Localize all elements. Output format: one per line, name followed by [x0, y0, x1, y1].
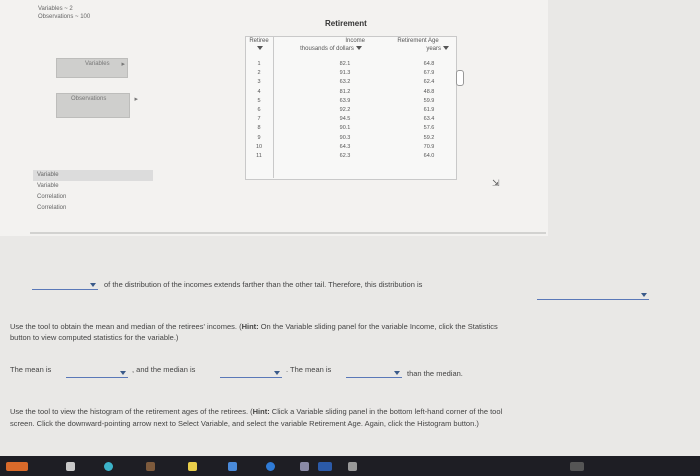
chevron-down-icon [394, 371, 400, 375]
q3-instructions-line2: screen. Click the downward-pointing arro… [10, 419, 479, 428]
list-item[interactable]: Variable [33, 181, 153, 192]
column-header-retiree[interactable]: Retiree [246, 37, 272, 45]
sort-down-icon[interactable] [355, 46, 362, 51]
q1-sentence: of the distribution of the incomes exten… [104, 280, 423, 289]
table-cell: 90.1 [339, 125, 351, 132]
column-header-income[interactable]: Income [285, 37, 377, 45]
sort-down-icon[interactable] [257, 46, 263, 51]
median-label: , and the median is [132, 365, 196, 374]
table-cell: 90.3 [339, 134, 351, 141]
table-cell: 11 [256, 152, 262, 159]
column-unit-age: years [426, 46, 441, 52]
word-icon[interactable] [318, 462, 332, 471]
table-cell: 91.3 [339, 70, 351, 77]
table-cell: 92.2 [339, 106, 351, 113]
table-cell: 62.4 [423, 79, 435, 86]
chevron-down-icon [274, 371, 280, 375]
chrome-icon[interactable] [266, 462, 275, 471]
column-header-age[interactable]: Retirement Age [383, 37, 453, 45]
variable-list: Variable Variable Correlation Correlatio… [33, 170, 153, 214]
chevron-down-icon [90, 283, 96, 287]
safari-icon[interactable] [104, 462, 113, 471]
chevron-down-icon [641, 293, 647, 297]
list-item[interactable]: Correlation [33, 203, 153, 214]
chevron-right-icon: ▸ [121, 61, 125, 68]
chevron-right-icon: ▸ [134, 96, 138, 103]
table-cell: 48.8 [423, 88, 435, 95]
table-cell: 81.2 [339, 88, 351, 95]
table-cell: 7 [257, 116, 261, 123]
than-median-label: than the median. [407, 369, 463, 378]
q2-instructions-line2: button to view computed statistics for t… [10, 333, 179, 342]
q2-instr-text-b: On the Variable sliding panel for the va… [258, 322, 498, 331]
observations-button-label: Observations [71, 96, 107, 102]
tail-select[interactable] [32, 281, 98, 290]
list-item[interactable]: Variable [33, 170, 153, 181]
cursor-icon: ⇲ [492, 178, 500, 188]
column-unit-income: thousands of dollars [300, 46, 354, 52]
table-cell: 10 [255, 143, 263, 150]
table-cell: 94.5 [339, 116, 351, 123]
table-cell: 4 [257, 88, 261, 95]
table-cell: 59.9 [423, 97, 435, 104]
notes-icon[interactable] [146, 462, 155, 471]
stickies-icon[interactable] [188, 462, 197, 471]
mean-input[interactable] [66, 369, 128, 378]
table-cell: 8 [257, 125, 261, 132]
table-cell: 6 [257, 106, 261, 113]
table-cell: 57.6 [423, 125, 435, 132]
table-cell: 61.9 [423, 106, 435, 113]
table-cell: 64.0 [423, 152, 435, 159]
settings-icon[interactable] [348, 462, 357, 471]
variables-button-label: Variables [85, 61, 110, 67]
median-input[interactable] [220, 369, 282, 378]
table-cell: 67.9 [423, 70, 435, 77]
table-cell: 64.3 [339, 143, 351, 150]
distribution-select[interactable] [537, 291, 649, 300]
column-retirement-age: Retirement Age years 64.8 67.9 62.4 48.8… [383, 37, 453, 161]
q3-instr-text: Use the tool to view the histogram of th… [10, 407, 253, 416]
sort-down-icon[interactable] [443, 46, 449, 51]
table-cell: 63.4 [423, 116, 435, 123]
column-income: Income thousands of dollars 82.1 91.3 63… [285, 37, 377, 161]
observations-button[interactable]: Observations ▸ [56, 93, 138, 118]
q2-instr-text: Use the tool to obtain the mean and medi… [10, 322, 242, 331]
tray-icon[interactable] [570, 462, 584, 471]
list-item[interactable]: Correlation [33, 192, 153, 203]
table-cell: 70.9 [423, 143, 435, 150]
variables-count: Variables ~ 2 [38, 6, 73, 12]
table-cell: 5 [257, 97, 261, 104]
q2-hint-label: Hint: [241, 322, 259, 331]
table-cell: 1 [257, 61, 261, 67]
table-divider [273, 36, 274, 178]
mean-label: The mean is [10, 365, 52, 374]
panel-divider [30, 232, 546, 234]
app-icon[interactable] [6, 462, 28, 471]
finder-icon[interactable] [228, 462, 237, 471]
table-scrollbar[interactable] [456, 70, 464, 86]
table-cell: 2 [257, 70, 261, 77]
table-cell: 82.1 [339, 61, 351, 67]
table-cell: 63.2 [339, 79, 351, 86]
calendar-icon[interactable] [66, 462, 75, 471]
preview-icon[interactable] [300, 462, 309, 471]
table-cell: 63.9 [339, 97, 351, 104]
chevron-down-icon [120, 371, 126, 375]
observations-count: Observations ~ 100 [38, 14, 91, 20]
column-retiree: Retiree 1 2 3 4 5 6 7 8 9 10 11 [246, 37, 272, 161]
mean-compare-label: . The mean is [286, 365, 332, 374]
mean-compare-select[interactable] [346, 369, 402, 378]
table-cell: 3 [257, 79, 261, 86]
table-cell: 64.8 [423, 61, 435, 67]
table-title: Retirement [325, 19, 367, 28]
table-cell: 62.3 [339, 152, 351, 159]
table-cell: 59.2 [423, 134, 435, 141]
q3-hint-label: Hint: [252, 407, 270, 416]
q3-instr-text-b: Click a Variable sliding panel in the bo… [269, 407, 503, 416]
table-cell: 9 [257, 134, 261, 141]
variables-button[interactable]: Variables ▸ [56, 58, 128, 78]
